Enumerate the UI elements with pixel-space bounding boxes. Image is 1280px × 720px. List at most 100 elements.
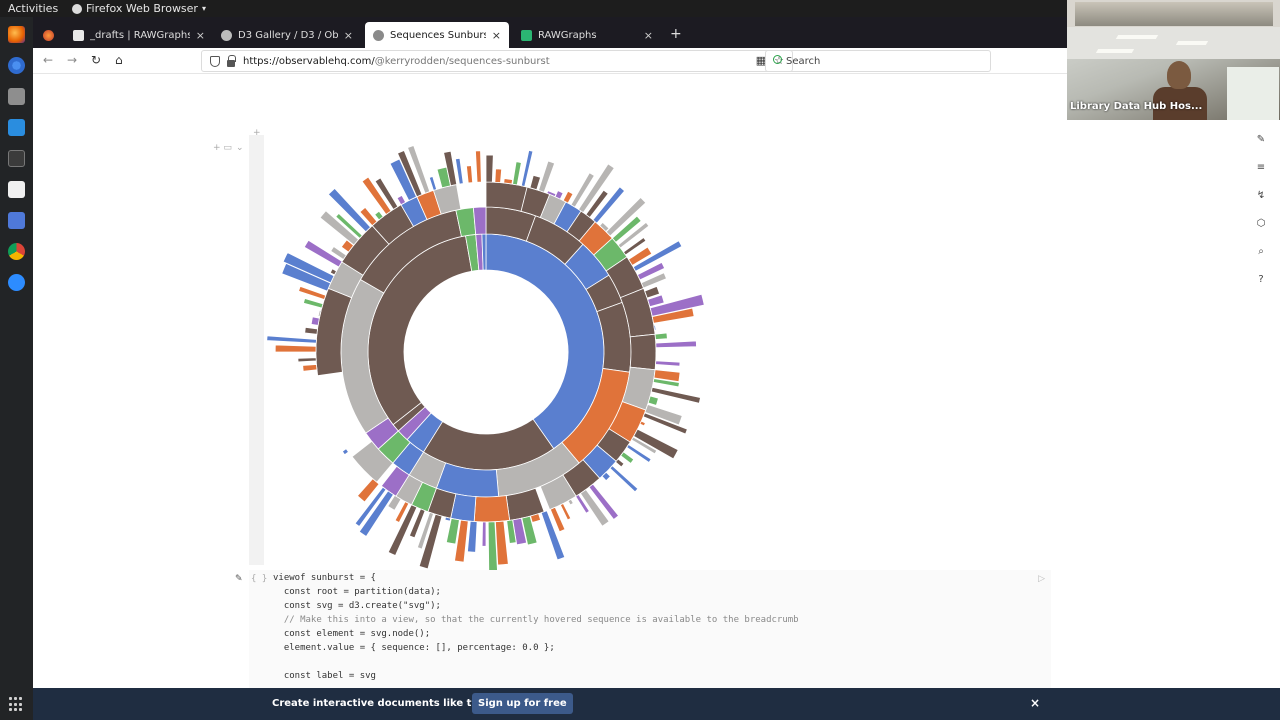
- firefox-icon[interactable]: [8, 26, 25, 43]
- code-line-2: const root = partition(data);: [273, 587, 441, 597]
- chrome-icon[interactable]: [8, 243, 25, 260]
- navigation-bar: ← → ↻ ⌂ https://observablehq.com/ @kerry…: [33, 48, 1067, 74]
- sunburst-chart[interactable]: [263, 130, 713, 570]
- pin-icon[interactable]: ✎: [235, 574, 243, 584]
- video-thumbnail-secondary[interactable]: [1067, 0, 1280, 27]
- sunburst-arc-spike[interactable]: [559, 502, 572, 521]
- sunburst-arc-spike[interactable]: [567, 498, 574, 506]
- sunburst-arc-spike[interactable]: [475, 150, 482, 183]
- sunburst-arc-spike[interactable]: [304, 326, 319, 335]
- cell-gutter: [249, 135, 264, 565]
- collapse-chevron-icon[interactable]: ⌄: [236, 143, 244, 153]
- code-line-4: // Make this into a view, so that the cu…: [273, 615, 799, 625]
- zoom-icon[interactable]: [8, 274, 25, 291]
- sunburst-arc-spike[interactable]: [396, 194, 407, 206]
- sunburst-arc-spike[interactable]: [655, 340, 697, 349]
- close-icon[interactable]: ×: [644, 29, 653, 42]
- observable-icon: [373, 29, 384, 41]
- home-button[interactable]: ⌂: [115, 53, 123, 67]
- search-icon[interactable]: ⌕: [1255, 246, 1267, 258]
- files-icon[interactable]: [8, 88, 25, 105]
- lock-icon[interactable]: [227, 54, 236, 67]
- sunburst-arc-ring2[interactable]: [472, 206, 487, 235]
- show-applications-icon[interactable]: [9, 697, 24, 712]
- sunburst-arc-spike[interactable]: [654, 332, 668, 340]
- sunburst-arc-spike[interactable]: [310, 316, 320, 326]
- sunburst-arc-spike[interactable]: [620, 451, 635, 464]
- observable-icon: [221, 29, 232, 41]
- share-icon[interactable]: ↯: [1255, 190, 1267, 202]
- sunburst-arc-spike[interactable]: [639, 420, 646, 427]
- new-tab-button[interactable]: +: [670, 26, 682, 42]
- url-bar[interactable]: https://observablehq.com/ @kerryrodden/s…: [201, 50, 793, 72]
- reload-button[interactable]: ↻: [91, 53, 101, 67]
- forward-button[interactable]: →: [67, 53, 77, 67]
- sunburst-arc-spike[interactable]: [520, 149, 534, 187]
- close-icon[interactable]: ×: [344, 29, 353, 42]
- sunburst-arc-ring3[interactable]: [629, 333, 657, 371]
- terminal-icon[interactable]: [8, 150, 25, 167]
- database-icon[interactable]: ≡: [1255, 162, 1267, 174]
- sunburst-arc-spike[interactable]: [512, 161, 522, 186]
- sunburst-arc-spike[interactable]: [485, 154, 494, 183]
- tab-rawgraphs[interactable]: RAWGraphs ×: [513, 22, 661, 48]
- search-input[interactable]: Search: [765, 50, 991, 72]
- sunburst-arc-spike[interactable]: [302, 364, 318, 372]
- text-editor-icon[interactable]: [8, 181, 25, 198]
- tab-d3-gallery[interactable]: D3 Gallery / D3 / Observa ×: [213, 22, 361, 48]
- sunburst-arc-spike[interactable]: [494, 520, 509, 566]
- sunburst-arc-spike[interactable]: [454, 157, 464, 185]
- run-icon[interactable]: ▷: [1038, 574, 1045, 584]
- sunburst-arc-spike[interactable]: [467, 520, 478, 553]
- code-cell[interactable]: ✎ { } ▷ viewof sunburst = { const root =…: [235, 570, 1051, 688]
- tab-sequences-sunburst[interactable]: Sequences Sunburst / Ke ×: [365, 22, 509, 48]
- firefox-view-tab[interactable]: [37, 22, 61, 48]
- sunburst-arc-ring3[interactable]: [473, 495, 511, 523]
- firefox-icon: [43, 29, 54, 41]
- activities-button[interactable]: Activities: [8, 2, 58, 15]
- app-menu[interactable]: Firefox Web Browser ▾: [72, 2, 206, 15]
- url-host: https://observablehq.com/: [243, 55, 375, 67]
- chromium-icon[interactable]: [8, 57, 25, 74]
- sunburst-arc-spike[interactable]: [428, 176, 438, 191]
- sunburst-arc-spike[interactable]: [615, 458, 625, 468]
- sunburst-arc-spike[interactable]: [481, 521, 487, 547]
- video-thumbnail-main[interactable]: Library Data Hub Hos...: [1067, 27, 1280, 120]
- sunburst-arc-spike[interactable]: [466, 165, 474, 184]
- screenshot-icon[interactable]: [8, 212, 25, 229]
- tracking-shield-icon[interactable]: [210, 55, 220, 67]
- sunburst-arc-spike[interactable]: [653, 324, 657, 331]
- tab-rawgraphs-drafts[interactable]: _drafts | RAWGraphs and ×: [65, 22, 213, 48]
- vscode-icon[interactable]: [8, 119, 25, 136]
- sunburst-arc-spike[interactable]: [529, 174, 542, 191]
- sunburst-arc-spike[interactable]: [341, 448, 350, 456]
- sunburst-arc-spike[interactable]: [274, 344, 317, 353]
- box-icon[interactable]: ⬡: [1255, 218, 1267, 230]
- url-path: @kerryrodden/sequences-sunburst: [374, 55, 550, 67]
- close-icon[interactable]: ×: [196, 29, 205, 42]
- sunburst-arc-spike[interactable]: [650, 386, 701, 404]
- braces-icon[interactable]: { }: [251, 574, 267, 584]
- sunburst-arc-spike[interactable]: [302, 297, 324, 309]
- sunburst-arc-spike[interactable]: [503, 178, 513, 185]
- sunburst-arc-ring3[interactable]: [485, 181, 528, 212]
- signup-button[interactable]: Sign up for free: [472, 693, 573, 714]
- close-icon[interactable]: ×: [492, 29, 501, 42]
- sunburst-arc-spike[interactable]: [494, 168, 503, 184]
- help-icon[interactable]: ?: [1255, 274, 1267, 286]
- sunburst-arc-spike[interactable]: [444, 516, 452, 522]
- code-line-3: const svg = d3.create("svg");: [273, 601, 441, 611]
- close-icon[interactable]: ×: [1030, 696, 1040, 710]
- sunburst-arc-spike[interactable]: [538, 160, 556, 193]
- pen-icon[interactable]: ✎: [1255, 134, 1267, 146]
- cell-menu-icon[interactable]: + ▭: [213, 143, 232, 153]
- sunburst-arc-spike[interactable]: [266, 335, 317, 344]
- sunburst-arc-spike[interactable]: [540, 510, 566, 561]
- back-button[interactable]: ←: [43, 53, 53, 67]
- tab-label: _drafts | RAWGraphs and: [90, 29, 190, 41]
- sunburst-arc-spike[interactable]: [297, 357, 317, 363]
- sunburst-arc-spike[interactable]: [562, 190, 574, 204]
- sunburst-arc-spike[interactable]: [647, 395, 659, 406]
- sunburst-arc-spike[interactable]: [655, 360, 681, 367]
- sunburst-arc-spike[interactable]: [609, 465, 639, 493]
